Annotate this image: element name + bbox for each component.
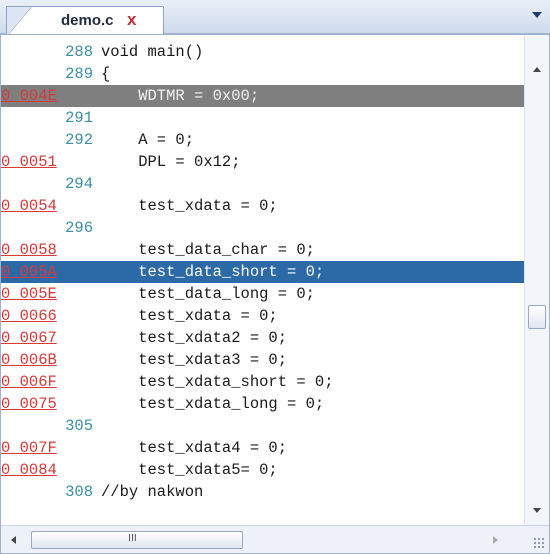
code-text: test_xdata = 0; xyxy=(101,197,278,215)
code-line[interactable]: 288 void main() xyxy=(1,41,524,63)
code-text: test_data_char = 0; xyxy=(101,241,315,259)
line-number: 292 xyxy=(65,131,93,149)
scroll-down-arrow-icon[interactable] xyxy=(533,508,541,513)
code-line[interactable]: 0_0054 test_xdata = 0; xyxy=(1,195,524,217)
code-text: test_xdata_short = 0; xyxy=(101,373,334,391)
code-line[interactable]: 294 xyxy=(1,173,524,195)
line-gutter[interactable]: 296 xyxy=(1,217,93,239)
address-label: 0_0054 xyxy=(1,197,57,215)
scroll-up-arrow-icon[interactable] xyxy=(533,67,541,72)
line-gutter[interactable]: 294 xyxy=(1,173,93,195)
code-text: //by nakwon xyxy=(101,483,204,501)
address-label: 0_0084 xyxy=(1,461,57,479)
line-gutter[interactable]: 308 xyxy=(1,481,93,503)
line-gutter[interactable]: 289 xyxy=(1,63,93,85)
address-label: 0_005A xyxy=(1,263,57,281)
code-text: DPL = 0x12; xyxy=(101,153,241,171)
code-area[interactable]: 288 void main() 289 {0_004E WDTMR = 0x00; 29… xyxy=(1,35,524,525)
code-line[interactable]: 305 xyxy=(1,415,524,437)
line-number: 289 xyxy=(65,65,93,83)
line-gutter[interactable]: 0_006B xyxy=(1,349,93,371)
close-icon[interactable]: x xyxy=(127,10,136,30)
code-text: test_xdata4 = 0; xyxy=(101,439,288,457)
code-line[interactable]: 0_006F test_xdata_short = 0; xyxy=(1,371,524,393)
code-text: test_data_short = 0; xyxy=(101,263,325,281)
address-label: 0_004E xyxy=(1,87,57,105)
tab-demo-c[interactable]: demo.c x xyxy=(6,6,164,36)
code-text: { xyxy=(101,65,111,83)
code-line[interactable]: 0_006B test_xdata3 = 0; xyxy=(1,349,524,371)
horizontal-scrollbar[interactable]: III xyxy=(1,525,549,553)
line-gutter[interactable]: 0_0058 xyxy=(1,239,93,261)
address-label: 0_006B xyxy=(1,351,57,369)
line-number: 294 xyxy=(65,175,93,193)
code-line[interactable]: 0_0075 test_xdata_long = 0; xyxy=(1,393,524,415)
code-line[interactable]: 0_007F test_xdata4 = 0; xyxy=(1,437,524,459)
address-label: 0_0051 xyxy=(1,153,57,171)
address-label: 0_0066 xyxy=(1,307,57,325)
line-gutter[interactable]: 0_0066 xyxy=(1,305,93,327)
line-gutter[interactable]: 0_006F xyxy=(1,371,93,393)
code-line[interactable]: 291 xyxy=(1,107,524,129)
line-number: 296 xyxy=(65,219,93,237)
line-gutter[interactable]: 0_0075 xyxy=(1,393,93,415)
line-number: 305 xyxy=(65,417,93,435)
line-gutter[interactable]: 292 xyxy=(1,129,93,151)
address-label: 0_007F xyxy=(1,439,57,457)
code-text: WDTMR = 0x00; xyxy=(101,87,260,105)
code-text: test_xdata2 = 0; xyxy=(101,329,288,347)
code-line[interactable]: 289 { xyxy=(1,63,524,85)
code-text: A = 0; xyxy=(101,131,195,149)
line-number: 291 xyxy=(65,109,93,127)
code-text: test_xdata5= 0; xyxy=(101,461,278,479)
line-gutter[interactable]: 0_004E xyxy=(1,85,93,107)
scroll-grip-icon: III xyxy=(128,533,137,544)
code-text: test_xdata_long = 0; xyxy=(101,395,325,413)
line-gutter[interactable]: 291 xyxy=(1,107,93,129)
line-gutter[interactable]: 288 xyxy=(1,41,93,63)
code-line[interactable]: 292 A = 0; xyxy=(1,129,524,151)
scroll-right-arrow-icon[interactable] xyxy=(493,536,498,544)
address-label: 0_005E xyxy=(1,285,57,303)
line-gutter[interactable]: 0_0067 xyxy=(1,327,93,349)
resize-grip-icon[interactable] xyxy=(533,537,545,549)
address-label: 0_0075 xyxy=(1,395,57,413)
chevron-down-icon[interactable] xyxy=(532,12,542,18)
code-line[interactable]: 296 xyxy=(1,217,524,239)
code-line[interactable]: 0_0058 test_data_char = 0; xyxy=(1,239,524,261)
tab-strip: demo.c x xyxy=(0,0,550,36)
line-gutter[interactable]: 0_0051 xyxy=(1,151,93,173)
code-line[interactable]: 308 //by nakwon xyxy=(1,481,524,503)
line-gutter[interactable]: 0_0084 xyxy=(1,459,93,481)
code-editor[interactable]: 288 void main() 289 {0_004E WDTMR = 0x00; 29… xyxy=(0,34,550,554)
address-label: 0_006F xyxy=(1,373,57,391)
scroll-left-arrow-icon[interactable] xyxy=(11,536,16,544)
horizontal-scroll-thumb[interactable]: III xyxy=(31,531,243,549)
line-number: 308 xyxy=(65,483,93,501)
vertical-scrollbar[interactable] xyxy=(524,35,549,525)
code-line[interactable]: 0_004E WDTMR = 0x00; xyxy=(1,85,524,107)
code-text: void main() xyxy=(101,43,204,61)
code-line[interactable]: 0_0067 test_xdata2 = 0; xyxy=(1,327,524,349)
line-gutter[interactable]: 0_005E xyxy=(1,283,93,305)
code-text: test_xdata = 0; xyxy=(101,307,278,325)
tab-edge-shape xyxy=(7,7,32,36)
code-text: test_data_long = 0; xyxy=(101,285,315,303)
line-gutter[interactable]: 305 xyxy=(1,415,93,437)
code-line[interactable]: 0_005A test_data_short = 0; xyxy=(1,261,524,283)
code-line[interactable]: 0_0084 test_xdata5= 0; xyxy=(1,459,524,481)
address-label: 0_0067 xyxy=(1,329,57,347)
tab-label: demo.c xyxy=(61,12,114,29)
address-label: 0_0058 xyxy=(1,241,57,259)
code-text: test_xdata3 = 0; xyxy=(101,351,288,369)
code-line[interactable]: 0_005E test_data_long = 0; xyxy=(1,283,524,305)
line-gutter[interactable]: 0_0054 xyxy=(1,195,93,217)
line-gutter[interactable]: 0_005A xyxy=(1,261,93,283)
vertical-scroll-thumb[interactable] xyxy=(528,305,546,329)
line-number: 288 xyxy=(65,43,93,61)
code-line[interactable]: 0_0051 DPL = 0x12; xyxy=(1,151,524,173)
code-line[interactable]: 0_0066 test_xdata = 0; xyxy=(1,305,524,327)
line-gutter[interactable]: 0_007F xyxy=(1,437,93,459)
